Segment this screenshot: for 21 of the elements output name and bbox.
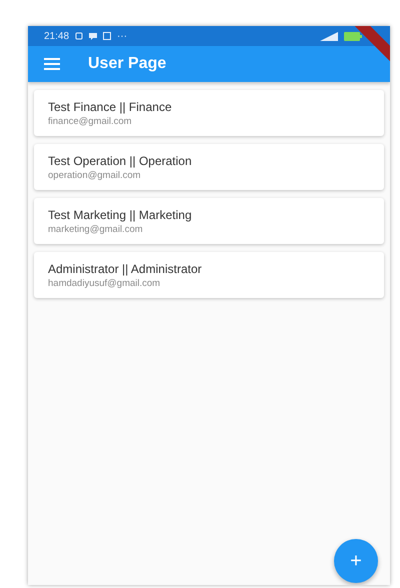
user-name: Test Marketing || Marketing (48, 208, 193, 222)
status-time: 21:48 (44, 30, 70, 42)
user-card[interactable]: Administrator || Administrator hamdadiyusuf@gmail.com (34, 252, 384, 298)
user-card[interactable]: Test Operation || Operation operation@gmail.com (34, 144, 384, 190)
notification-icon (75, 32, 84, 40)
user-email: finance@gmail.com (48, 116, 133, 127)
user-email: marketing@gmail.com (48, 224, 144, 235)
more-notifications: ··· (117, 30, 128, 42)
user-email: operation@gmail.com (48, 170, 142, 181)
page-title: User Page (88, 55, 166, 73)
battery-icon (344, 32, 362, 40)
user-name: Test Operation || Operation (48, 154, 193, 168)
signal-icon (320, 32, 338, 40)
user-name: Test Finance || Finance (48, 100, 173, 114)
user-card[interactable]: Test Marketing || Marketing marketing@gmail.com (34, 198, 384, 244)
user-email: hamdadiyusuf@gmail.com (48, 278, 162, 289)
message-icon (89, 32, 98, 40)
image-icon (103, 32, 112, 40)
user-name: Administrator || Administrator (48, 262, 203, 276)
user-card[interactable]: Test Finance || Finance finance@gmail.com (34, 90, 384, 136)
menu-icon[interactable] (44, 58, 60, 70)
